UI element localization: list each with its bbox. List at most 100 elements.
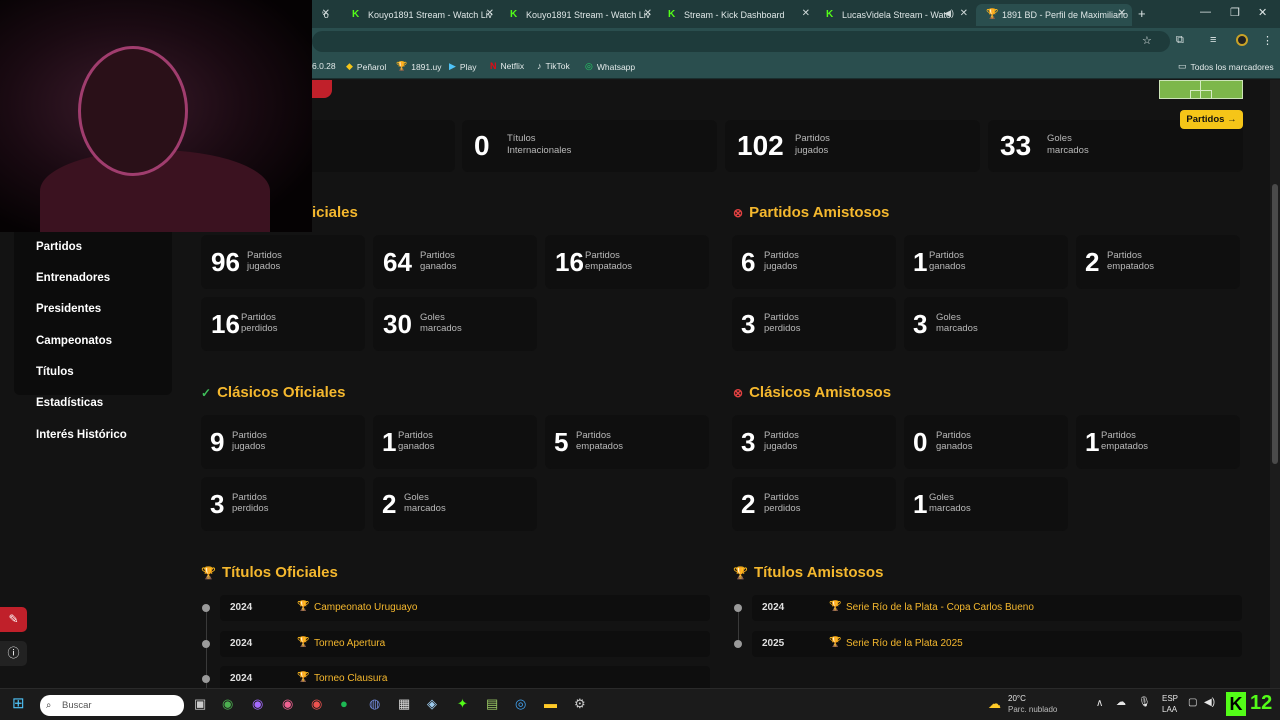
close-icon[interactable]: ✕ — [322, 8, 330, 19]
section-title-amistosos: ⊗ Partidos Amistosos — [733, 204, 890, 221]
kick-icon: K — [668, 9, 676, 20]
scrollbar[interactable] — [1270, 80, 1280, 688]
all-bookmarks[interactable]: ▭ Todos los marcadores — [1178, 61, 1274, 72]
chrome-profile-icon[interactable]: ◉ — [282, 696, 293, 712]
maximize-icon[interactable]: ❐ — [1230, 6, 1240, 19]
app-icon[interactable]: ✦ — [457, 696, 468, 712]
minimize-icon[interactable]: — — [1200, 6, 1211, 18]
tab-lucasvidela[interactable]: K LucasVidela Stream - Watc ◀) ✕ — [816, 4, 974, 26]
weather-desc[interactable]: Parc. nublado — [1008, 705, 1057, 714]
card-clasicos-amistosos-jugados: 3 Partidos jugados — [732, 415, 896, 469]
card-clasicos-oficiales-goles: 2 Goles marcados — [373, 477, 537, 531]
title-row[interactable]: 2024 🏆 Campeonato Uruguayo — [220, 595, 710, 621]
menu-icon[interactable]: ⋮ — [1262, 34, 1273, 47]
sidebar-item-entrenadores[interactable]: Entrenadores — [36, 272, 110, 284]
bookmark-netflix[interactable]: N Netflix — [490, 61, 524, 71]
task-view-icon[interactable]: ▣ — [194, 696, 206, 712]
info-button[interactable]: ⓘ — [0, 641, 27, 666]
obs-icon[interactable]: ▦ — [398, 696, 410, 712]
card-clasicos-oficiales-perdidos: 3 Partidos perdidos — [201, 477, 365, 531]
close-icon[interactable]: ✕ — [960, 8, 968, 19]
card-clasicos-oficiales-empatados: 5 Partidos empatados — [545, 415, 709, 469]
media-icon[interactable]: ≡ — [1210, 34, 1216, 46]
search-icon: ⌕ — [46, 700, 52, 711]
card-oficiales-empatados: 16 Partidos empatados — [545, 235, 709, 289]
kick-icon: K — [826, 9, 834, 20]
card-oficiales-jugados: 96 Partidos jugados — [201, 235, 365, 289]
edit-button[interactable]: ✎ — [0, 607, 27, 632]
trophy-icon: 🏆 — [297, 637, 310, 648]
language-line2[interactable]: LAA — [1162, 705, 1177, 714]
bookmark-1891uy[interactable]: 🏆 1891.uy — [396, 61, 441, 72]
bookmark-tiktok[interactable]: ♪ TikTok — [537, 61, 570, 71]
sidebar-item-partidos[interactable]: Partidos — [36, 241, 82, 253]
close-icon[interactable]: ✕ — [1118, 8, 1126, 19]
kick-viewer-count: 12 — [1250, 692, 1273, 714]
info-icon: ⓘ — [7, 646, 20, 660]
chrome-profile-icon[interactable]: ◉ — [311, 696, 322, 712]
tab-1891bd[interactable]: 🏆 1891 BD - Perfil de Maximiliano ✕ — [976, 4, 1132, 26]
language-line1[interactable]: ESP — [1162, 694, 1178, 703]
volume-icon[interactable]: ◀) — [1204, 697, 1215, 708]
close-icon[interactable]: ✕ — [802, 8, 810, 19]
close-icon[interactable]: ✕ — [644, 8, 652, 19]
chrome-profile-icon[interactable]: ◉ — [252, 696, 263, 712]
sidebar-item-campeonatos[interactable]: Campeonatos — [36, 335, 112, 347]
section-title-titulos-oficiales: 🏆 Títulos Oficiales — [201, 564, 338, 581]
tab-partial[interactable]: 'o ✕ — [312, 4, 336, 26]
new-tab-icon[interactable]: + — [1138, 6, 1146, 21]
soccer-field-icon — [1159, 80, 1243, 99]
mic-icon[interactable]: 🎙 — [1138, 697, 1151, 708]
trophy-icon: 🏆 — [297, 601, 310, 612]
app-icon[interactable]: ◎ — [515, 696, 526, 712]
tiktok-icon: ♪ — [537, 61, 542, 71]
app-icon[interactable]: ⚙ — [574, 696, 586, 712]
logo-fragment — [312, 80, 332, 98]
tab-kick-dashboard[interactable]: K Stream - Kick Dashboard ✕ — [658, 4, 816, 26]
extensions-icon[interactable]: ⧉ — [1176, 34, 1184, 47]
url-input[interactable] — [312, 31, 1170, 52]
folder-icon[interactable]: ▬ — [544, 696, 557, 711]
timeline-dot — [734, 640, 742, 648]
profile-avatar[interactable] — [1236, 34, 1248, 46]
network-icon[interactable]: ▢ — [1188, 697, 1197, 708]
sidebar-item-presidentes[interactable]: Presidentes — [36, 303, 101, 315]
cloud-icon[interactable]: ☁ — [1116, 697, 1126, 708]
bookmark-item[interactable]: 6.0.28 — [312, 61, 336, 71]
tab-kouyo-1[interactable]: K Kouyo1891 Stream - Watch Liv ✕ — [342, 4, 500, 26]
chevron-up-icon[interactable]: ∧ — [1096, 698, 1103, 709]
section-title-clasicos-oficiales: ✓ Clásicos Oficiales — [201, 384, 346, 401]
partidos-button[interactable]: Partidos → — [1180, 110, 1243, 129]
close-icon[interactable]: ✕ — [486, 8, 494, 19]
spotify-icon[interactable]: ● — [340, 696, 348, 711]
windows-start-icon[interactable]: ⊞ — [12, 694, 25, 712]
image-app-icon[interactable]: ▤ — [486, 696, 498, 712]
discord-icon[interactable]: ◍ — [369, 696, 380, 712]
sidebar-item-titulos[interactable]: Títulos — [36, 366, 74, 378]
window-close-icon[interactable]: ✕ — [1258, 6, 1267, 19]
tab-kouyo-2[interactable]: K Kouyo1891 Stream - Watch Liv ✕ — [500, 4, 658, 26]
bookmark-play[interactable]: ▶ Play — [449, 61, 476, 72]
taskbar-search[interactable]: ⌕ Buscar — [40, 695, 184, 716]
timeline-dot — [202, 675, 210, 683]
bookmark-whatsapp[interactable]: ◎ Whatsapp — [585, 61, 635, 72]
card-oficiales-goles: 30 Goles marcados — [373, 297, 537, 351]
card-clasicos-amistosos-perdidos: 2 Partidos perdidos — [732, 477, 896, 531]
timeline-dot — [202, 640, 210, 648]
kick-logo-icon: K — [1226, 692, 1246, 716]
star-icon[interactable]: ☆ — [1142, 34, 1152, 47]
penarol-icon: ◆ — [346, 61, 353, 71]
weather-temp[interactable]: 20°C — [1008, 694, 1026, 703]
red-circle-icon: ⊗ — [733, 385, 744, 400]
steam-icon[interactable]: ◈ — [427, 696, 437, 712]
title-row[interactable]: 2024 🏆 Serie Río de la Plata - Copa Carlos… — [752, 595, 1242, 621]
chrome-icon[interactable]: ◉ — [222, 696, 233, 712]
speaker-icon[interactable]: ◀) — [944, 8, 954, 19]
title-row[interactable]: 2024 🏆 Torneo Clausura — [220, 666, 710, 688]
sidebar-item-estadisticas[interactable]: Estadísticas — [36, 397, 103, 409]
title-row[interactable]: 2024 🏆 Torneo Apertura — [220, 631, 710, 657]
scrollbar-thumb[interactable] — [1272, 184, 1278, 464]
title-row[interactable]: 2025 🏆 Serie Río de la Plata 2025 — [752, 631, 1242, 657]
sidebar-item-interes-historico[interactable]: Interés Histórico — [36, 429, 127, 441]
bookmark-penarol[interactable]: ◆ Peñarol — [346, 61, 386, 72]
